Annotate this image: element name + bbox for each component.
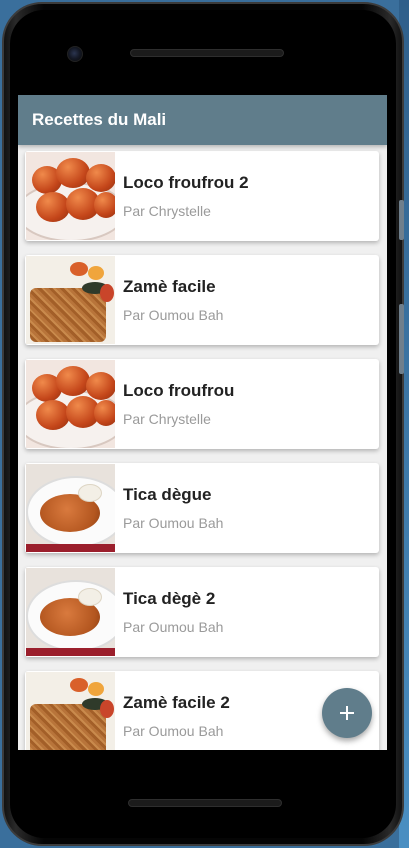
app-bar: Recettes du Mali (18, 95, 387, 145)
plus-icon (340, 706, 354, 720)
recipe-text: Tica dègue Par Oumou Bah (123, 485, 223, 531)
earpiece-speaker (130, 49, 284, 57)
recipe-author: Par Oumou Bah (123, 723, 224, 739)
recipe-author: Par Oumou Bah (123, 307, 224, 323)
recipe-thumbnail (26, 672, 115, 750)
recipe-title: Loco froufrou 2 (123, 173, 249, 192)
recipe-thumbnail (26, 152, 115, 240)
recipe-text: Zamè facile 2 Par Oumou Bah (123, 693, 230, 739)
bottom-speaker (128, 799, 282, 807)
recipe-card[interactable]: Loco froufrou 2 Par Chrystelle (25, 151, 379, 241)
recipe-title: Loco froufrou (123, 381, 235, 400)
recipe-list[interactable]: Loco froufrou 2 Par Chrystelle Zamè faci… (18, 145, 387, 750)
recipe-card[interactable]: Loco froufrou Par Chrystelle (25, 359, 379, 449)
recipe-text: Zamè facile Par Oumou Bah (123, 277, 223, 323)
recipe-thumbnail (26, 568, 115, 656)
recipe-author: Par Oumou Bah (123, 619, 224, 635)
recipe-text: Tica dègè 2 Par Oumou Bah (123, 589, 223, 635)
recipe-text: Loco froufrou 2 Par Chrystelle (123, 173, 249, 219)
recipe-text: Loco froufrou Par Chrystelle (123, 381, 234, 427)
recipe-thumbnail (26, 464, 115, 552)
app-screen: Recettes du Mali Loco froufrou 2 Par Chr… (18, 95, 387, 750)
recipe-title: Tica dègue (123, 485, 212, 504)
recipe-author: Par Chrystelle (123, 411, 211, 427)
recipe-card[interactable]: Tica dègue Par Oumou Bah (25, 463, 379, 553)
front-camera (67, 46, 83, 62)
recipe-title: Tica dègè 2 (123, 589, 216, 608)
add-recipe-button[interactable] (322, 688, 372, 738)
recipe-title: Zamè facile 2 (123, 693, 230, 712)
recipe-author: Par Oumou Bah (123, 515, 224, 531)
app-title: Recettes du Mali (32, 110, 167, 129)
recipe-author: Par Chrystelle (123, 203, 211, 219)
recipe-thumbnail (26, 256, 115, 344)
recipe-card[interactable]: Zamè facile Par Oumou Bah (25, 255, 379, 345)
recipe-thumbnail (26, 360, 115, 448)
recipe-title: Zamè facile (123, 277, 216, 296)
power-button[interactable] (399, 304, 404, 374)
recipe-card[interactable]: Tica dègè 2 Par Oumou Bah (25, 567, 379, 657)
volume-button[interactable] (399, 200, 404, 240)
